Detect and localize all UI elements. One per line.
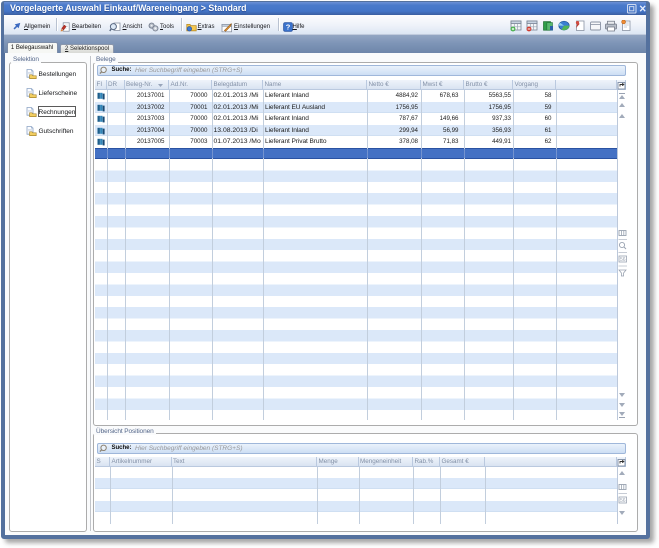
svg-text:56: 56 <box>620 498 626 504</box>
svg-text:56: 56 <box>620 257 626 263</box>
svg-text:?: ? <box>286 22 291 31</box>
